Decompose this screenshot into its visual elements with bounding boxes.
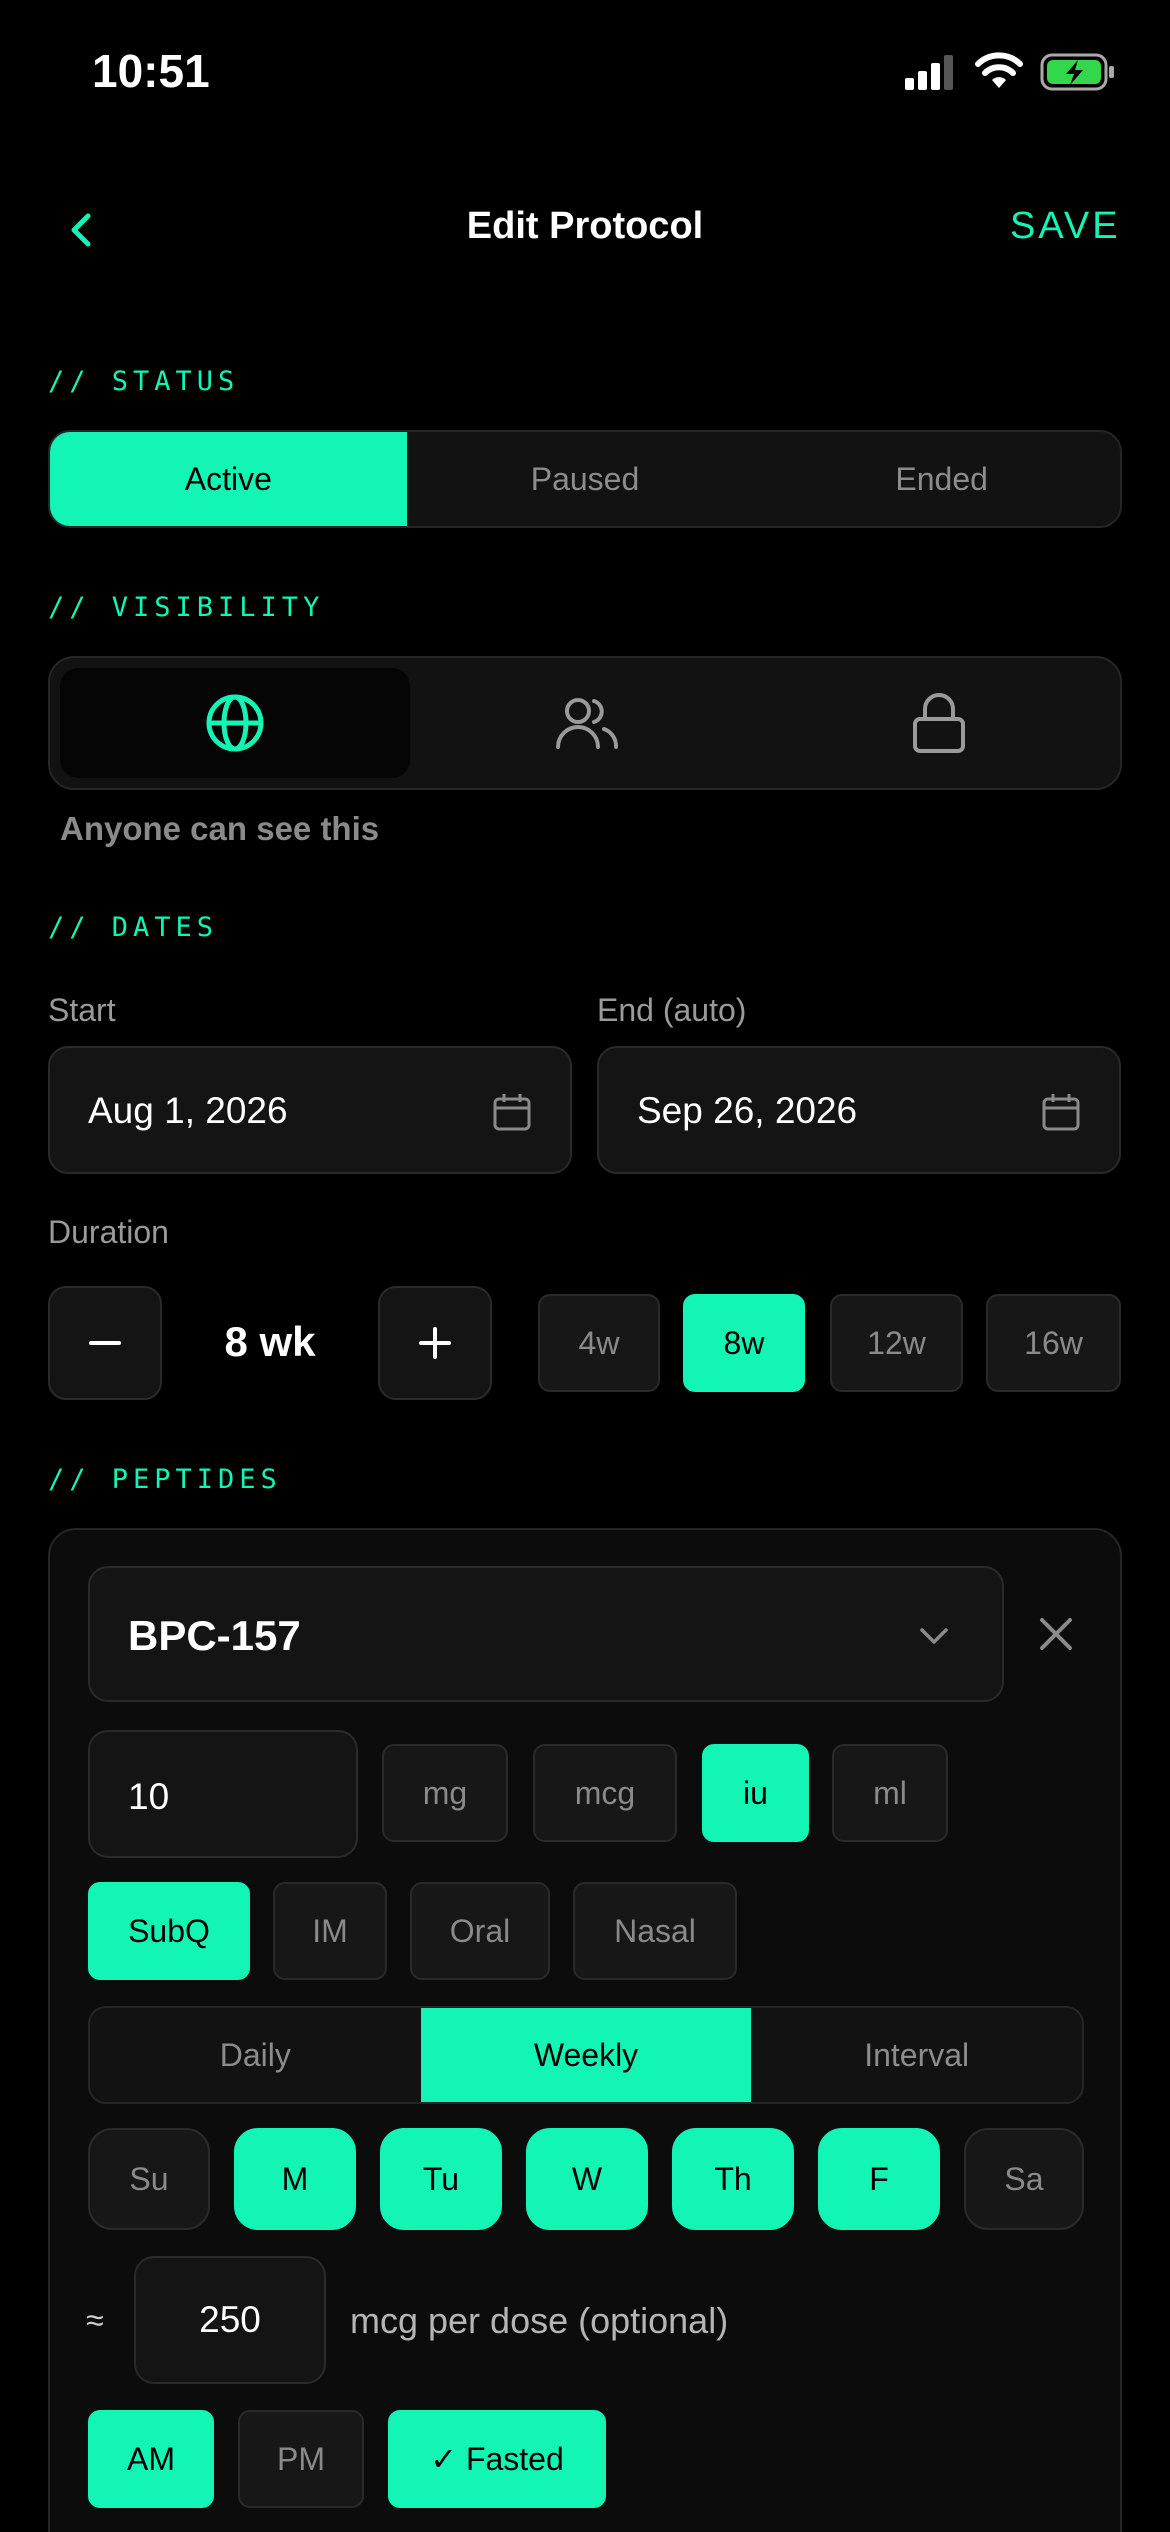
visibility-option-public[interactable]: [60, 668, 410, 778]
duration-decrement-button[interactable]: [48, 1286, 162, 1400]
day-w[interactable]: W: [526, 2128, 648, 2230]
approx-symbol: ≈: [86, 2302, 104, 2338]
globe-icon: [206, 694, 264, 752]
per-dose-input[interactable]: 250: [134, 2256, 326, 2384]
dates-section-label: // DATES: [48, 912, 219, 943]
unit-mcg[interactable]: mcg: [533, 1744, 677, 1842]
timing-pm[interactable]: PM: [238, 2410, 364, 2508]
status-option-active[interactable]: Active: [50, 432, 407, 526]
duration-preset-16w[interactable]: 16w: [986, 1294, 1121, 1392]
route-subq[interactable]: SubQ: [88, 1882, 250, 1980]
frequency-interval[interactable]: Interval: [751, 2008, 1082, 2102]
peptide-select[interactable]: BPC-157: [88, 1566, 1004, 1702]
wifi-icon: [975, 52, 1023, 90]
end-date-field[interactable]: Sep 26, 2026: [597, 1046, 1121, 1174]
status-option-paused[interactable]: Paused: [407, 432, 764, 526]
save-button[interactable]: SAVE: [1010, 205, 1121, 248]
start-date-label: Start: [48, 992, 116, 1028]
chevron-down-icon: [920, 1628, 948, 1644]
day-sa[interactable]: Sa: [964, 2128, 1084, 2230]
visibility-section-label: // VISIBILITY: [48, 592, 325, 623]
close-icon[interactable]: [1036, 1614, 1076, 1654]
start-date-field[interactable]: Aug 1, 2026: [48, 1046, 572, 1174]
users-icon: [556, 698, 618, 749]
day-su[interactable]: Su: [88, 2128, 210, 2230]
dose-amount-input[interactable]: 10: [88, 1730, 358, 1858]
frequency-segmented-control: Daily Weekly Interval: [88, 2006, 1084, 2104]
frequency-daily[interactable]: Daily: [90, 2008, 421, 2102]
route-im[interactable]: IM: [273, 1882, 387, 1980]
timing-am[interactable]: AM: [88, 2410, 214, 2508]
cellular-signal-icon: [905, 54, 957, 90]
frequency-weekly[interactable]: Weekly: [420, 2008, 752, 2102]
status-segmented-control: Active Paused Ended: [48, 430, 1122, 528]
duration-preset-8w[interactable]: 8w: [683, 1294, 805, 1392]
timing-fasted[interactable]: ✓ Fasted: [388, 2410, 606, 2508]
status-time: 10:51: [92, 45, 210, 97]
peptide-card: BPC-157 10 mg mcg iu ml SubQ IM Oral Nas…: [48, 1528, 1122, 2532]
unit-mg[interactable]: mg: [382, 1744, 508, 1842]
calendar-icon: [1042, 1094, 1080, 1131]
duration-value: 8 wk: [224, 1318, 316, 1365]
duration-preset-4w[interactable]: 4w: [538, 1294, 660, 1392]
dose-amount-value: 10: [128, 1776, 170, 1817]
per-dose-value: 250: [199, 2299, 261, 2340]
day-f[interactable]: F: [818, 2128, 940, 2230]
peptide-name: BPC-157: [128, 1612, 301, 1659]
page-title: Edit Protocol: [466, 205, 704, 247]
day-th[interactable]: Th: [672, 2128, 794, 2230]
plus-icon: [419, 1327, 451, 1359]
end-date-value: Sep 26, 2026: [637, 1090, 858, 1131]
duration-label: Duration: [48, 1214, 169, 1250]
status-section-label: // STATUS: [48, 366, 240, 397]
start-date-value: Aug 1, 2026: [88, 1090, 288, 1131]
visibility-option-friends[interactable]: [412, 668, 762, 778]
status-option-ended[interactable]: Ended: [763, 432, 1120, 526]
end-date-label: End (auto): [597, 992, 747, 1028]
per-dose-suffix: mcg per dose (optional): [350, 2300, 729, 2341]
visibility-option-private[interactable]: [764, 668, 1114, 778]
day-tu[interactable]: Tu: [380, 2128, 502, 2230]
status-bar: 10:51: [0, 0, 1170, 150]
route-nasal[interactable]: Nasal: [573, 1882, 737, 1980]
calendar-icon: [493, 1094, 531, 1131]
duration-preset-12w[interactable]: 12w: [830, 1294, 963, 1392]
unit-iu[interactable]: iu: [702, 1744, 809, 1842]
route-oral[interactable]: Oral: [410, 1882, 550, 1980]
unit-ml[interactable]: ml: [832, 1744, 948, 1842]
visibility-caption: Anyone can see this: [60, 810, 380, 847]
lock-icon: [913, 693, 965, 753]
visibility-segmented-control: [48, 656, 1122, 790]
battery-charging-icon: [1040, 52, 1116, 92]
day-m[interactable]: M: [234, 2128, 356, 2230]
duration-increment-button[interactable]: [378, 1286, 492, 1400]
minus-icon: [89, 1341, 121, 1345]
peptides-section-label: // PEPTIDES: [48, 1464, 282, 1495]
